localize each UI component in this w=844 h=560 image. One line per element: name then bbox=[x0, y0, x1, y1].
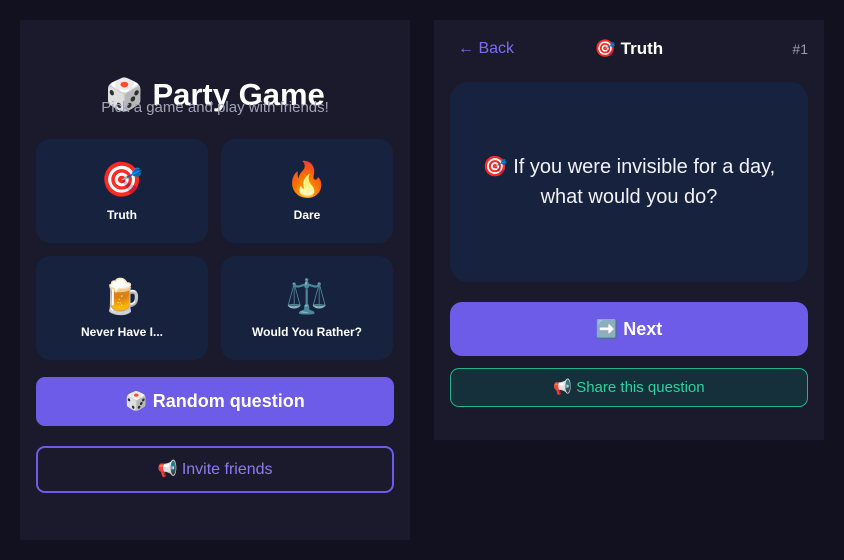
target-icon: 🎯 bbox=[100, 161, 144, 199]
mode-tile-would-you-rather[interactable]: ⚖️ Would You Rather? bbox=[221, 256, 393, 360]
home-panel: 🎲 Party Game Pick a game and play with f… bbox=[20, 20, 410, 540]
app-subtitle: Pick a game and play with friends! bbox=[101, 99, 329, 116]
beer-mug-icon: 🍺 bbox=[100, 278, 144, 316]
scales-icon: ⚖️ bbox=[285, 278, 329, 316]
next-button[interactable]: ➡️ Next bbox=[450, 302, 808, 356]
question-card: 🎯 If you were invisible for a day, what … bbox=[450, 82, 808, 282]
random-question-button[interactable]: 🎲 Random question bbox=[36, 377, 394, 426]
share-question-button[interactable]: 📢 Share this question bbox=[450, 368, 808, 407]
mode-tile-never-have-i[interactable]: 🍺 Never Have I... bbox=[36, 256, 208, 360]
mode-label: Would You Rather? bbox=[252, 325, 362, 339]
mode-label: Never Have I... bbox=[80, 325, 164, 339]
fire-icon: 🔥 bbox=[285, 161, 329, 199]
mode-label: Truth bbox=[107, 208, 137, 222]
invite-friends-button[interactable]: 📢 Invite friends bbox=[36, 446, 394, 493]
category-title: 🎯 Truth bbox=[594, 39, 664, 58]
mode-tile-dare[interactable]: 🔥 Dare bbox=[221, 139, 393, 243]
mode-tile-truth[interactable]: 🎯 Truth bbox=[36, 139, 208, 243]
question-panel: ← Back 🎯 Truth #1 🎯 If you were invisibl… bbox=[434, 20, 824, 440]
question-number: #1 bbox=[792, 41, 808, 57]
question-text: 🎯 If you were invisible for a day, what … bbox=[482, 156, 776, 208]
mode-label: Dare bbox=[293, 208, 321, 222]
